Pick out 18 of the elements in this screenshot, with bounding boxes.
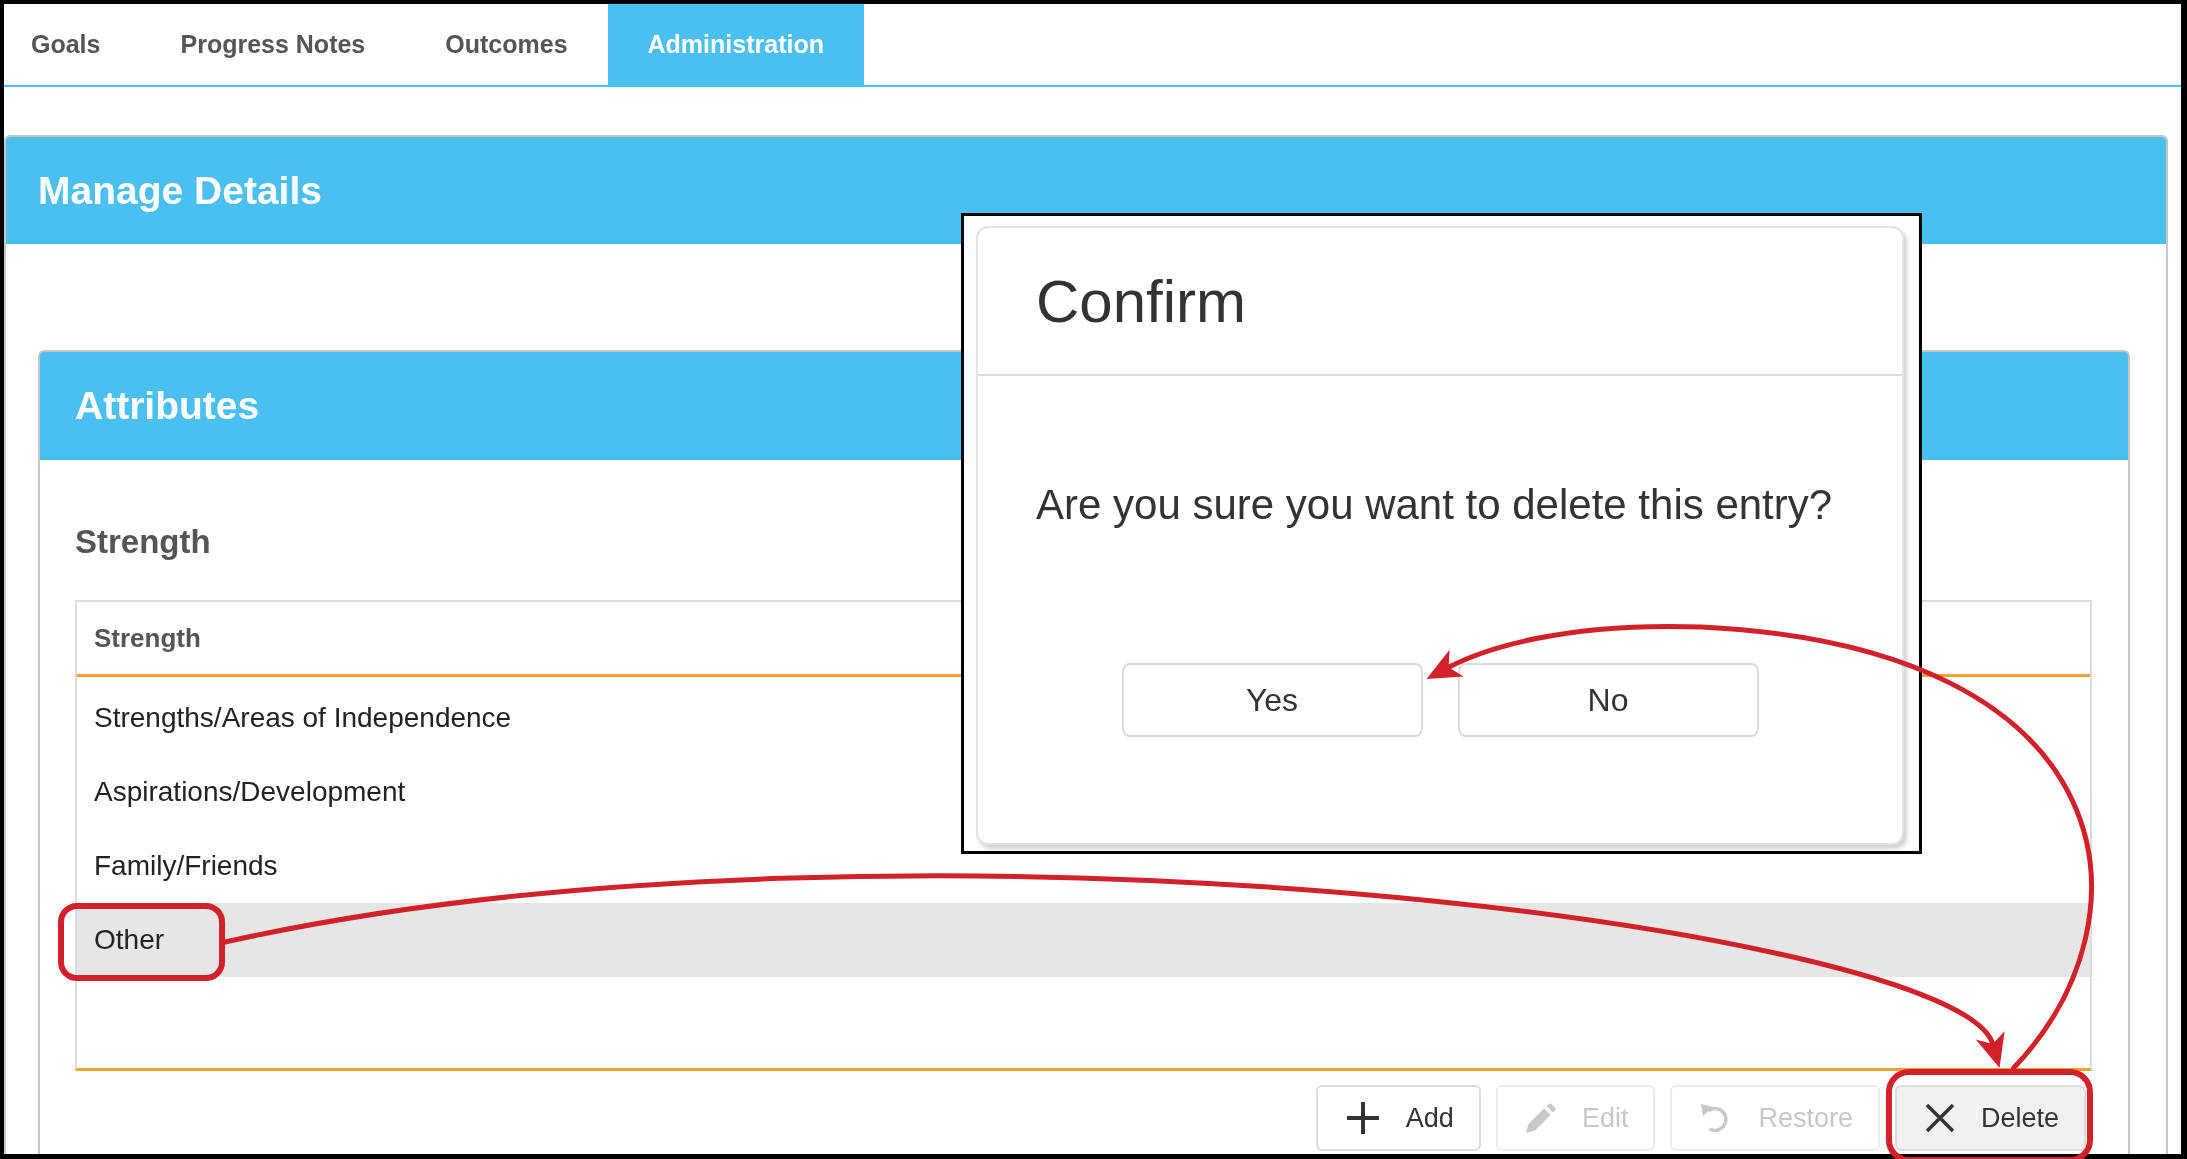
delete-button[interactable]: Delete [1894,1085,2086,1151]
dialog-button[interactable]: Yes [1121,663,1423,737]
tab[interactable]: Outcomes [405,4,608,85]
pencil-icon [1525,1103,1556,1133]
tab[interactable]: Progress Notes [140,4,406,85]
add-button[interactable]: Add [1315,1085,1481,1151]
plus-icon [1345,1101,1380,1135]
table-cell-text: Aspirations/Development [93,776,407,808]
table-cell-text: Other [93,924,166,956]
tab[interactable]: Goals [4,4,141,85]
table-cell-text: Family/Friends [93,850,279,882]
column-header: Strength [93,621,202,655]
dialog-button[interactable]: No [1457,663,1759,737]
cross-icon [1924,1103,1955,1133]
table-row[interactable]: Other [77,903,2090,977]
dialog-title: Confirm [978,228,1902,376]
dialog-message: Are you sure you want to delete this entry? [1035,480,1834,530]
section-heading: Strength [75,522,212,562]
